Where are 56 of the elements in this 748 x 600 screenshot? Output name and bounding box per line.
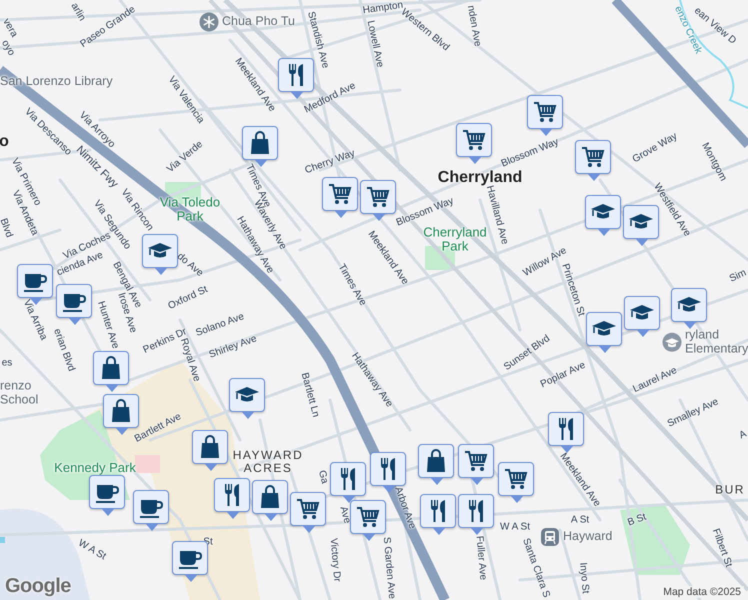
street-label: Poplar Ave — [538, 360, 588, 390]
street-label: Arbor Ave — [392, 486, 418, 530]
place-label: o — [0, 133, 9, 151]
shopping-cart-icon — [327, 181, 353, 207]
street-label: erian Blvd — [51, 327, 77, 373]
shopping-cart-icon — [503, 466, 529, 492]
area-label: HAYWARD ACRES — [232, 448, 304, 476]
place-label: ryland Elementary — [685, 328, 748, 356]
street-label: Santa Clara S — [520, 536, 552, 600]
shopping-cart-icon — [295, 496, 321, 522]
street-label: Standish Ave — [305, 10, 331, 70]
street-label: W A St — [500, 522, 530, 532]
shopping-cart-icon — [532, 99, 558, 125]
map-logo: Google — [5, 575, 71, 598]
street-label: Bartlett Ln — [298, 372, 322, 418]
place-label: renzo School — [0, 379, 40, 407]
shopping-cart-icon — [365, 184, 391, 210]
place-label: Cherryland — [438, 169, 522, 186]
street-label: do Ave — [174, 251, 206, 279]
graduation-cap-icon — [662, 332, 682, 352]
street-label: Ga — [316, 469, 330, 485]
area-label: BUR — [715, 483, 745, 497]
street-label: W A St — [76, 538, 108, 562]
shopping-cart-icon — [355, 504, 381, 530]
park-label: Cherryland Park — [423, 226, 487, 254]
street-label: A — [738, 428, 748, 442]
street-label: Fuller Ave — [474, 535, 488, 581]
park-area — [620, 505, 690, 575]
street-label: es — [2, 358, 12, 368]
street-label: B St — [626, 512, 648, 528]
street-label: Inyo St — [577, 562, 591, 594]
train-icon — [540, 527, 560, 547]
street-label: S Garden Ave — [380, 536, 398, 600]
street-label: Filbert St — [710, 527, 734, 569]
park-label: Kennedy Park — [54, 460, 136, 476]
shopping-cart-icon — [461, 127, 487, 153]
street-label: nden Ave — [464, 4, 484, 48]
street-label: Blvd — [0, 216, 14, 240]
pond-area — [0, 537, 5, 543]
building-area — [135, 455, 160, 473]
shopping-cart-icon — [580, 144, 606, 170]
street-label: Victory Dr — [328, 538, 342, 582]
street-label: Ave — [337, 505, 353, 525]
street-label: Sim — [728, 267, 748, 285]
street-label: oyo — [0, 38, 17, 58]
place-label: Hayward — [563, 530, 612, 544]
street-label: A St — [570, 514, 590, 526]
street-label: Royal Ave — [178, 336, 202, 384]
street-label: Hunter Ave — [95, 300, 121, 350]
street-label: Cherry Way — [304, 148, 356, 176]
snowflake-icon — [199, 12, 219, 32]
street-label: Grove Way — [630, 130, 680, 166]
shopping-cart-icon — [463, 448, 489, 474]
street-label: Lowell Ave — [364, 20, 386, 68]
place-label: Chua Pho Tu — [222, 15, 295, 29]
street-label: Via Arriba — [20, 298, 50, 342]
